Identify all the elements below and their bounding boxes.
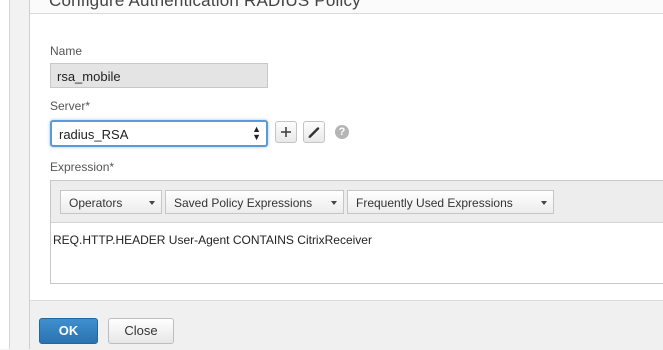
frequent-expressions-dropdown[interactable]: Frequently Used Expressions: [347, 190, 554, 214]
expression-text[interactable]: REQ.HTTP.HEADER User-Agent CONTAINS Citr…: [53, 233, 372, 247]
dialog-title-bar: Configure Authentication RADIUS Policy: [30, 0, 663, 14]
expression-label: Expression*: [50, 160, 115, 174]
add-server-button[interactable]: [275, 121, 297, 143]
server-select-value: radius_RSA: [59, 127, 129, 142]
operators-dropdown-label: Operators: [69, 196, 123, 210]
name-field: rsa_mobile: [50, 63, 268, 88]
dialog-title: Configure Authentication RADIUS Policy: [49, 0, 361, 10]
server-select[interactable]: radius_RSA ▲ ▼: [50, 120, 268, 147]
operators-dropdown[interactable]: Operators: [60, 190, 162, 214]
dialog-footer: OK Close: [30, 300, 663, 350]
expression-toolbar: Operators Saved Policy Expressions Frequ…: [51, 181, 663, 223]
policy-dialog: Configure Authentication RADIUS Policy N…: [29, 0, 663, 350]
ok-button[interactable]: OK: [39, 318, 98, 344]
expression-editor[interactable]: Operators Saved Policy Expressions Frequ…: [50, 180, 663, 284]
saved-expressions-dropdown-label: Saved Policy Expressions: [174, 196, 313, 210]
frequent-expressions-dropdown-label: Frequently Used Expressions: [356, 196, 513, 210]
chevron-down-icon: [331, 201, 337, 205]
pencil-icon: [308, 127, 320, 138]
chevron-down-icon: [149, 201, 155, 205]
chevron-down-icon: [541, 201, 547, 205]
edit-server-button[interactable]: [303, 121, 325, 143]
select-arrows-icon: ▲ ▼: [252, 124, 261, 142]
question-icon[interactable]: ?: [335, 125, 349, 139]
saved-expressions-dropdown[interactable]: Saved Policy Expressions: [165, 190, 344, 214]
name-label: Name: [50, 44, 83, 58]
server-label: Server*: [50, 99, 91, 113]
close-button[interactable]: Close: [108, 318, 174, 344]
background-panel: [0, 0, 10, 349]
plus-icon: [281, 127, 291, 137]
